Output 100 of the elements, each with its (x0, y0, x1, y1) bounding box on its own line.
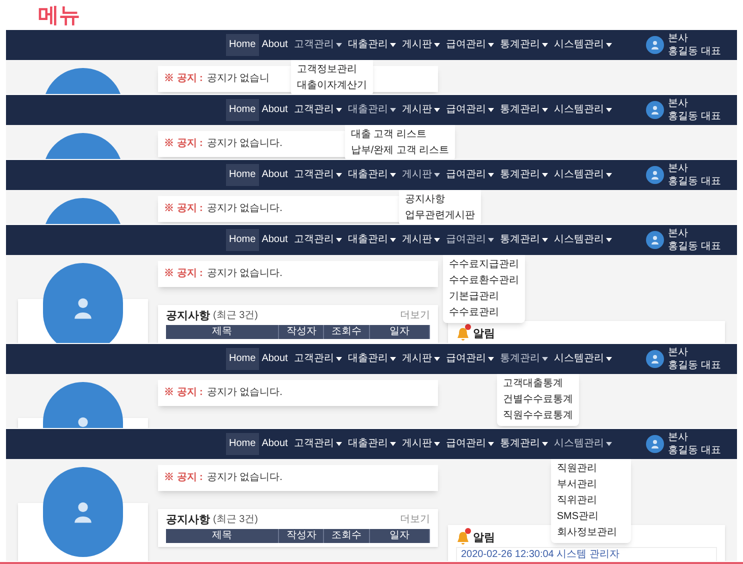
caret-icon (434, 173, 440, 177)
dropdown-item[interactable]: 부서관리 (550, 477, 631, 493)
nav-item[interactable]: 급여관리 (442, 99, 497, 121)
nav-item[interactable]: Home (226, 348, 259, 370)
caret-icon (390, 108, 396, 112)
notice-text: 공지가 없습니다. (206, 386, 282, 400)
dropdown-item[interactable]: 건별수수료통계 (496, 392, 579, 408)
dropdown-item[interactable]: 대출이자계산기 (290, 78, 373, 94)
caret-icon (542, 43, 548, 47)
caret-icon (434, 43, 440, 47)
nav-item[interactable]: 대출관리 (344, 164, 399, 186)
caret-icon (336, 357, 342, 361)
caret-icon (390, 442, 396, 446)
nav-item[interactable]: About (258, 99, 291, 121)
caret-icon (390, 357, 396, 361)
nav-item[interactable]: 게시판 (398, 34, 443, 56)
nav-item[interactable]: About (258, 433, 291, 455)
nav-item[interactable]: 시스템관리 (550, 34, 615, 56)
nav-item[interactable]: 고객관리 (290, 34, 345, 56)
nav-item[interactable]: 고객관리 (290, 99, 345, 121)
dropdown-item[interactable]: 업무관련게시판 (398, 208, 481, 224)
nav-item[interactable]: 통계관리 (496, 99, 551, 121)
user-branch: 본사 (668, 431, 690, 444)
nav-item[interactable]: 시스템관리 (550, 164, 615, 186)
nav-item[interactable]: 급여관리 (442, 348, 497, 370)
user-avatar[interactable] (646, 166, 664, 184)
nav-item[interactable]: 고객관리 (290, 164, 345, 186)
nav-item[interactable]: 급여관리 (442, 34, 497, 56)
nav-item[interactable]: 시스템관리 (550, 433, 615, 455)
more-link[interactable]: 더보기 (400, 309, 430, 323)
user-avatar[interactable] (646, 231, 664, 249)
nav-item[interactable]: 급여관리 (442, 433, 497, 455)
nav-item[interactable]: 통계관리 (496, 164, 551, 186)
caret-icon (434, 442, 440, 446)
board-title: 공지사항 (166, 513, 210, 527)
user-branch: 본사 (668, 162, 690, 175)
nav-item[interactable]: About (258, 229, 291, 251)
nav-item[interactable]: 대출관리 (344, 348, 399, 370)
notice-label: ※ 공지 : (164, 267, 203, 281)
caret-icon (336, 43, 342, 47)
dropdown-item[interactable]: 수수료지급관리 (442, 257, 525, 273)
nav-item[interactable]: 대출관리 (344, 433, 399, 455)
nav-item[interactable]: 고객관리 (290, 348, 345, 370)
dropdown-item[interactable]: 수수료관리 (442, 305, 525, 321)
user-avatar[interactable] (646, 36, 664, 54)
caret-icon (606, 238, 612, 242)
dropdown-item[interactable]: 기본급관리 (442, 289, 525, 305)
alert-title: 알림 (473, 531, 495, 545)
nav-item[interactable]: Home (226, 433, 259, 455)
nav-item[interactable]: 게시판 (398, 348, 443, 370)
nav-item[interactable]: 대출관리 (344, 229, 399, 251)
nav-item[interactable]: 통계관리 (496, 229, 551, 251)
dropdown-item[interactable]: 고객대출통계 (496, 376, 579, 392)
dropdown-item[interactable]: 직원수수료통계 (496, 408, 579, 424)
nav-item[interactable]: 시스템관리 (550, 229, 615, 251)
dropdown-item[interactable]: 공지사항 (398, 192, 481, 208)
dropdown-item[interactable]: 회사정보관리 (550, 525, 631, 541)
nav-item[interactable]: 통계관리 (496, 348, 551, 370)
nav-item[interactable]: Home (226, 99, 259, 121)
nav-item[interactable]: About (258, 348, 291, 370)
nav-item[interactable]: 급여관리 (442, 164, 497, 186)
notice-text: 공지가 없습니다. (206, 471, 282, 485)
dropdown-item[interactable]: SMS관리 (550, 509, 631, 525)
nav-item[interactable]: 급여관리 (442, 229, 497, 251)
user-name: 홍길동 대표 (668, 359, 721, 372)
nav-item[interactable]: 고객관리 (290, 229, 345, 251)
board-subtitle: (최근 3건) (213, 309, 258, 323)
nav-item[interactable]: Home (226, 164, 259, 186)
nav-item[interactable]: 게시판 (398, 229, 443, 251)
dropdown-item[interactable]: 직위관리 (550, 493, 631, 509)
nav-item[interactable]: About (258, 164, 291, 186)
column-header: 일자 (370, 529, 430, 543)
nav-item[interactable]: 대출관리 (344, 99, 399, 121)
nav-item[interactable]: 통계관리 (496, 34, 551, 56)
caret-icon (488, 442, 494, 446)
dropdown-item[interactable]: 수수료환수관리 (442, 273, 525, 289)
caret-icon (542, 357, 548, 361)
nav-item[interactable]: 게시판 (398, 164, 443, 186)
nav-item[interactable]: 시스템관리 (550, 99, 615, 121)
nav-item[interactable]: 게시판 (398, 433, 443, 455)
person-icon (650, 439, 660, 449)
nav-item[interactable]: 고객관리 (290, 433, 345, 455)
user-avatar[interactable] (646, 435, 664, 453)
nav-item[interactable]: Home (226, 229, 259, 251)
user-avatar[interactable] (646, 350, 664, 368)
page-title: 메뉴 (38, 4, 80, 26)
dropdown-item[interactable]: 직원관리 (550, 461, 631, 477)
nav-item[interactable]: About (258, 34, 291, 56)
nav-item[interactable]: 대출관리 (344, 34, 399, 56)
nav-item[interactable]: Home (226, 34, 259, 56)
bell-icon (456, 327, 470, 341)
nav-item[interactable]: 게시판 (398, 99, 443, 121)
dropdown-item[interactable]: 고객정보관리 (290, 62, 373, 78)
nav-item[interactable]: 통계관리 (496, 433, 551, 455)
dropdown-item[interactable]: 납부/완제 고객 리스트 (344, 143, 456, 159)
user-avatar[interactable] (646, 101, 664, 119)
nav-item[interactable]: 시스템관리 (550, 348, 615, 370)
dropdown-item[interactable]: 대출 고객 리스트 (344, 127, 456, 143)
more-link[interactable]: 더보기 (400, 513, 430, 527)
notice-label: ※ 공지 : (164, 72, 203, 86)
